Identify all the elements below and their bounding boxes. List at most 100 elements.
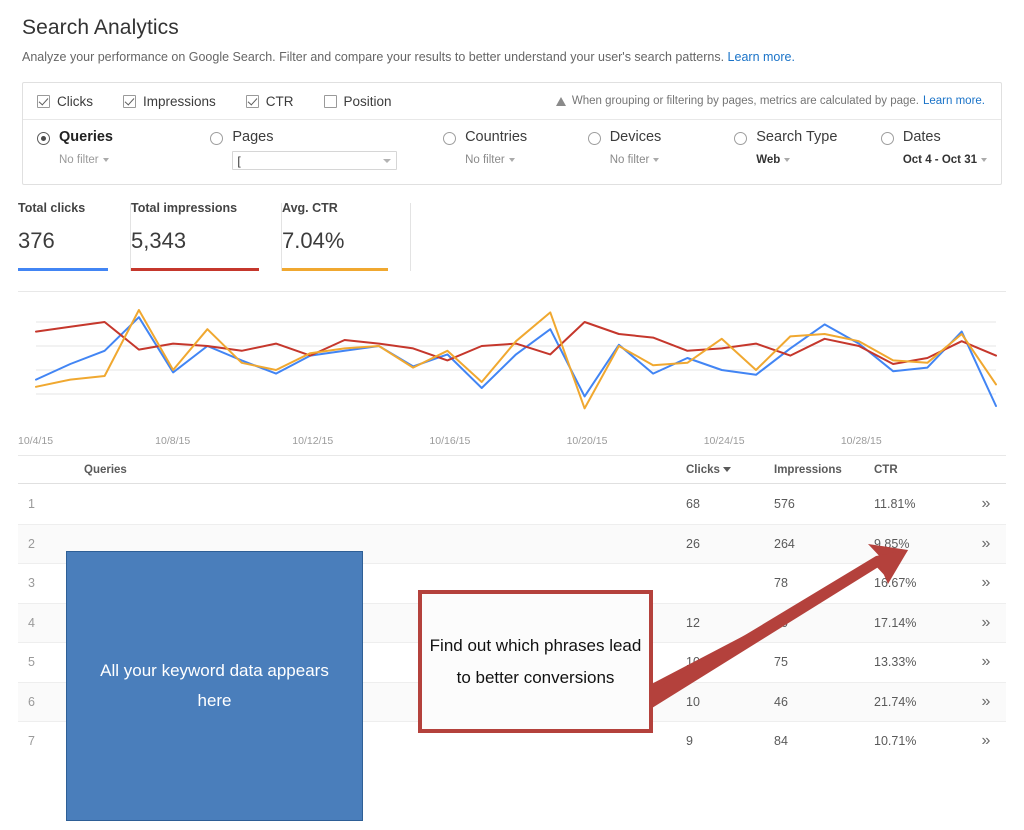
checkbox-checked-icon[interactable] xyxy=(123,94,136,108)
row-expand-button[interactable]: » xyxy=(966,495,1006,513)
metric-label-impressions: Impressions xyxy=(143,93,216,109)
x-axis-tick: 10/8/15 xyxy=(155,435,191,447)
dimension-label-countries: Countries xyxy=(465,129,528,145)
notice-learn-more-link[interactable]: Learn more. xyxy=(923,95,985,107)
chevron-down-icon[interactable] xyxy=(383,159,392,163)
dimension-row: Queries No filter Pages [Countries No f… xyxy=(23,120,1001,184)
annotation-keyword-data-box: All your keyword data appears here xyxy=(66,551,363,821)
summary-underline-ctr xyxy=(282,268,388,271)
annotation-arrow xyxy=(640,544,908,708)
metric-checkbox-ctr[interactable]: CTR xyxy=(245,94,294,109)
summary-cards: Total clicks 376 Total impressions 5,343… xyxy=(18,201,1024,271)
x-axis-tick: 10/28/15 xyxy=(840,435,882,447)
dimension-label-dates: Dates xyxy=(902,129,941,145)
summary-value-total-clicks: 376 xyxy=(18,228,55,253)
chevron-down-icon xyxy=(508,157,515,162)
x-axis-tick: 10/24/15 xyxy=(703,435,745,447)
dates-filter-value: Oct 4 - Oct 31 xyxy=(902,154,977,166)
page-subtitle: Analyze your performance on Google Searc… xyxy=(22,50,1024,64)
x-axis-tick: 10/20/15 xyxy=(566,435,608,447)
divider xyxy=(410,203,411,271)
metric-label-position: Position xyxy=(343,93,392,109)
row-impressions: 84 xyxy=(774,734,788,749)
header-ctr[interactable]: CTR xyxy=(874,464,966,476)
dimension-label-pages: Pages xyxy=(232,129,274,145)
header-clicks[interactable]: Clicks xyxy=(686,464,774,476)
chevron-down-icon xyxy=(653,157,660,162)
dimension-pages[interactable]: Pages [ xyxy=(210,129,443,184)
search-type-filter-value: Web xyxy=(756,154,781,166)
row-expand-button[interactable]: » xyxy=(966,732,1006,750)
radio-unselected-icon[interactable] xyxy=(587,132,601,145)
chevron-down-icon xyxy=(102,157,109,162)
header-queries[interactable]: Queries xyxy=(66,464,686,476)
dimension-search-type[interactable]: Search Type Web xyxy=(734,129,881,184)
radio-unselected-icon[interactable] xyxy=(734,132,748,145)
dimension-devices[interactable]: Devices No filter xyxy=(587,129,735,184)
dimension-dates[interactable]: Dates Oct 4 - Oct 31 xyxy=(880,129,987,184)
dimension-label-devices: Devices xyxy=(609,129,662,145)
table-row[interactable]: 1 68 576 11.81% » xyxy=(18,484,1006,524)
countries-filter-dropdown[interactable]: No filter xyxy=(465,154,588,166)
checkbox-checked-icon[interactable] xyxy=(37,94,50,108)
x-axis-tick: 10/4/15 xyxy=(18,435,54,447)
x-axis-tick: 10/16/15 xyxy=(429,435,471,447)
table-header-row: Queries Clicks Impressions CTR xyxy=(18,456,1006,484)
chart-x-axis: 10/4/15 10/8/15 10/12/15 10/16/15 10/20/15 10… xyxy=(18,432,1006,456)
checkbox-checked-icon[interactable] xyxy=(245,94,259,108)
row-number: 3 xyxy=(28,576,35,591)
summary-label-total-impressions: Total impressions xyxy=(131,201,238,215)
radio-unselected-icon[interactable] xyxy=(210,132,224,145)
devices-filter-dropdown[interactable]: No filter xyxy=(610,154,735,166)
summary-label-avg-ctr: Avg. CTR xyxy=(282,201,338,215)
row-impressions: 576 xyxy=(774,496,795,511)
metric-label-clicks: Clicks xyxy=(57,93,93,109)
row-number: 1 xyxy=(28,496,35,511)
summary-label-total-clicks: Total clicks xyxy=(18,201,86,215)
countries-filter-value: No filter xyxy=(465,154,505,166)
annotation-keyword-data-text: All your keyword data appears here xyxy=(100,661,329,710)
queries-filter-value: No filter xyxy=(59,154,99,166)
summary-card-total-clicks: Total clicks 376 xyxy=(18,201,130,271)
row-number: 4 xyxy=(28,615,35,630)
page-header: Search Analytics Analyze your performanc… xyxy=(0,0,1024,64)
row-number: 7 xyxy=(28,734,35,749)
x-axis-tick: 10/12/15 xyxy=(292,435,334,447)
radio-selected-icon[interactable] xyxy=(37,132,50,145)
radio-unselected-icon[interactable] xyxy=(880,132,894,145)
row-number: 2 xyxy=(28,536,35,551)
pages-filter-input[interactable]: [ xyxy=(232,151,398,170)
checkbox-unchecked-icon[interactable] xyxy=(323,94,337,108)
metric-checkbox-clicks[interactable]: Clicks xyxy=(37,94,93,109)
row-expand-button[interactable]: » xyxy=(966,535,1006,553)
row-ctr: 10.71% xyxy=(874,734,917,749)
sort-descending-icon xyxy=(722,466,731,472)
header-learn-more-link[interactable]: Learn more. xyxy=(728,50,795,64)
chart-plot-area xyxy=(35,309,997,410)
dimension-label-search-type: Search Type xyxy=(756,129,838,145)
dimension-queries[interactable]: Queries No filter xyxy=(37,129,210,184)
radio-unselected-icon[interactable] xyxy=(443,132,457,145)
row-expand-button[interactable]: » xyxy=(966,614,1006,632)
annotation-callout-box: Find out which phrases lead to better co… xyxy=(418,590,653,733)
subtitle-text: Analyze your performance on Google Searc… xyxy=(22,50,725,64)
header-clicks-label: Clicks xyxy=(686,463,720,476)
row-expand-button[interactable]: » xyxy=(966,574,1006,592)
dates-filter-dropdown[interactable]: Oct 4 - Oct 31 xyxy=(903,154,987,166)
metric-checkbox-position[interactable]: Position xyxy=(323,93,392,109)
grouping-notice: When grouping or filtering by pages, met… xyxy=(555,95,987,107)
row-number: 6 xyxy=(28,694,35,709)
row-ctr: 11.81% xyxy=(874,496,916,511)
row-number: 5 xyxy=(28,655,35,670)
dimension-label-queries: Queries xyxy=(59,129,113,145)
search-type-filter-dropdown[interactable]: Web xyxy=(756,154,881,166)
dimension-countries[interactable]: Countries No filter xyxy=(443,129,588,184)
row-expand-button[interactable]: » xyxy=(966,693,1006,711)
notice-text: When grouping or filtering by pages, met… xyxy=(571,95,919,107)
metric-checkbox-impressions[interactable]: Impressions xyxy=(123,94,216,109)
pages-filter-value: [ xyxy=(237,153,241,168)
row-expand-button[interactable]: » xyxy=(966,653,1006,671)
queries-filter-dropdown[interactable]: No filter xyxy=(59,154,210,166)
devices-filter-value: No filter xyxy=(609,154,650,166)
header-impressions[interactable]: Impressions xyxy=(774,464,874,476)
